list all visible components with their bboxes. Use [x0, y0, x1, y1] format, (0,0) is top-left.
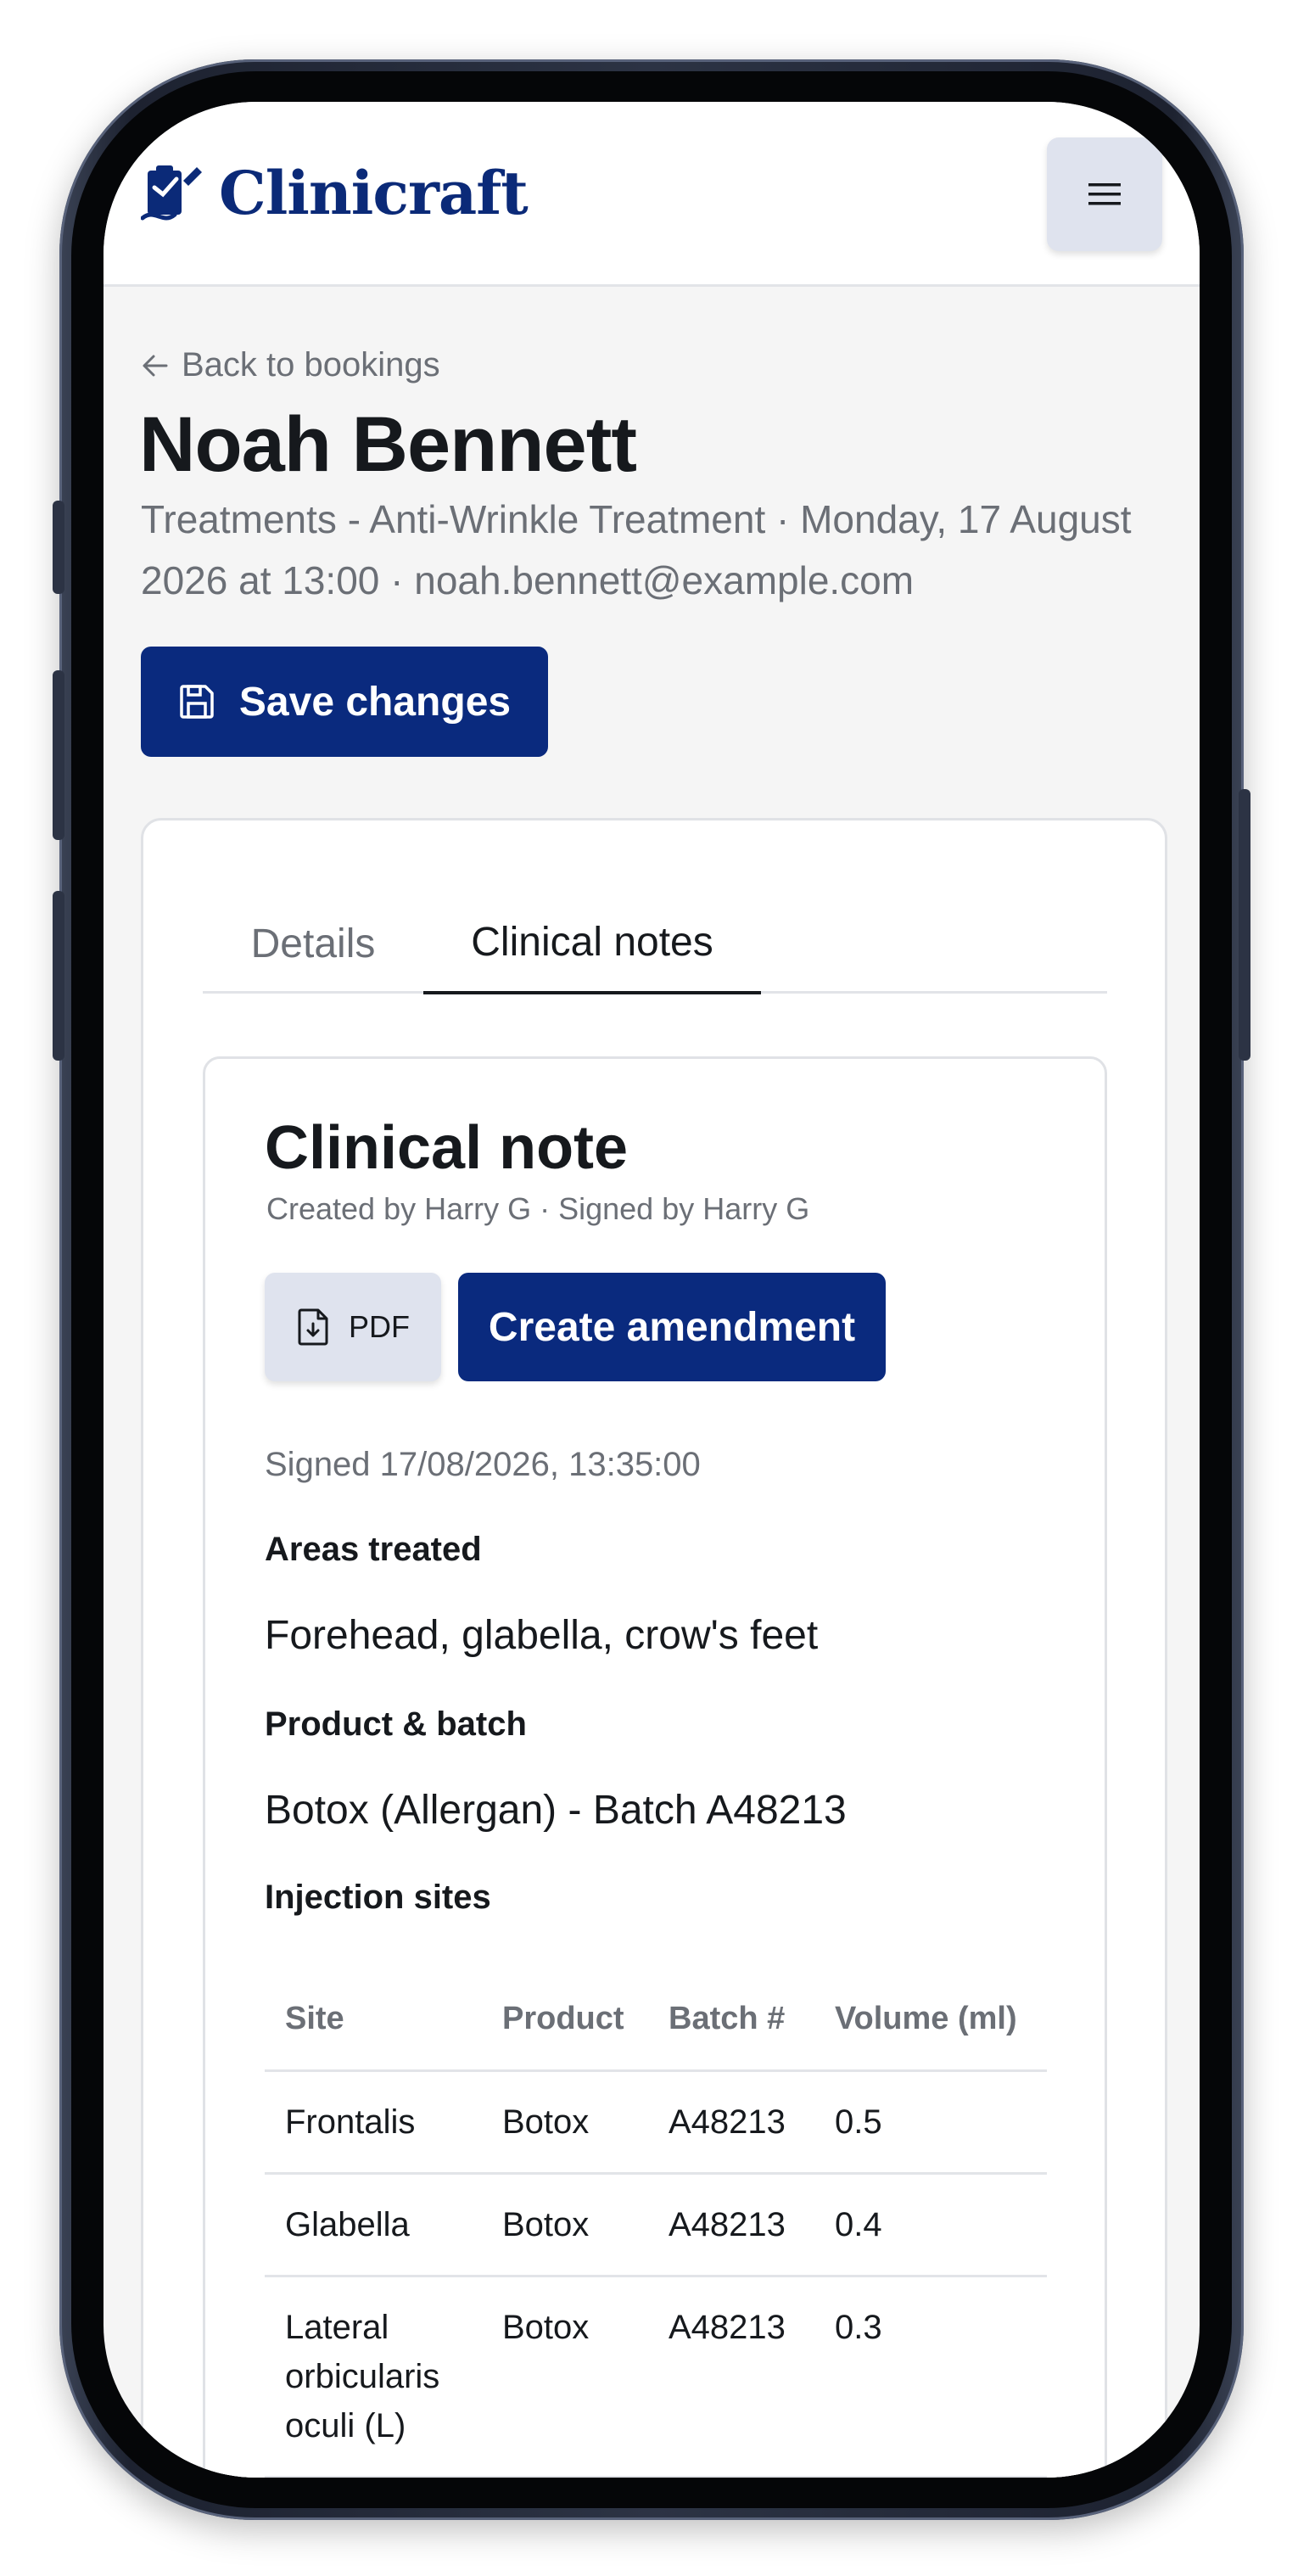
cell-batch: A48213: [648, 2276, 814, 2478]
table-row: Frontalis Botox A48213 0.5: [265, 2070, 1047, 2175]
back-to-bookings-link[interactable]: Back to bookings: [141, 346, 440, 384]
note-authorship: Created by Harry G · Signed by Harry G: [266, 1191, 810, 1226]
table-header-row: Site Product Batch # Volume (ml): [265, 1968, 1047, 2072]
injection-sites-label: Injection sites: [265, 1879, 491, 1916]
tab-clinical-notes[interactable]: Clinical notes: [423, 893, 761, 994]
brand-name: Clinicraft: [219, 158, 529, 228]
column-header-batch: Batch #: [648, 1968, 814, 2072]
cell-volume: 0.3: [814, 2276, 1047, 2478]
cell-site: Glabella: [265, 2173, 482, 2277]
file-download-icon: [298, 1308, 328, 1346]
brand-logo[interactable]: Clinicraft: [141, 158, 529, 228]
product-batch-value: Botox (Allergan) - Batch A48213: [265, 1788, 847, 1833]
pdf-button-label: PDF: [349, 1309, 410, 1344]
cell-volume: 0.5: [814, 2070, 1047, 2175]
menu-button[interactable]: [1047, 137, 1162, 251]
clipboard-pen-icon: [141, 165, 202, 220]
cell-batch: A48213: [648, 2173, 814, 2277]
cell-batch: A48213: [648, 2070, 814, 2175]
column-header-product: Product: [482, 1968, 648, 2072]
arrow-left-icon: [143, 355, 168, 376]
phone-silent-switch: [53, 501, 64, 594]
tab-bar: Details Clinical notes: [203, 893, 1107, 994]
floppy-disk-icon: [180, 685, 214, 719]
product-batch-label: Product & batch: [265, 1705, 527, 1743]
cell-site: Frontalis: [265, 2070, 482, 2175]
note-title: Clinical note: [265, 1114, 629, 1182]
column-header-volume: Volume (ml): [814, 1968, 1047, 2072]
phone-power-button: [1239, 789, 1250, 1061]
screen: Clinicraft Back to bookings Noah Bennett…: [104, 102, 1200, 2478]
app-header: Clinicraft: [104, 102, 1200, 287]
signed-timestamp: Signed 17/08/2026, 13:35:00: [265, 1446, 701, 1483]
page-title: Noah Bennett: [139, 401, 637, 488]
hamburger-icon: [1088, 183, 1121, 205]
table-row: Lateral orbicularis oculi (L) Botox A482…: [265, 2276, 1047, 2478]
injection-sites-table: Site Product Batch # Volume (ml) Frontal…: [265, 1968, 1047, 2478]
areas-treated-label: Areas treated: [265, 1531, 482, 1568]
cell-volume: 0.4: [814, 2173, 1047, 2277]
phone-volume-up: [53, 670, 64, 840]
tab-details[interactable]: Details: [203, 893, 423, 994]
column-header-site: Site: [265, 1968, 482, 2072]
cell-product: Botox: [482, 2070, 648, 2175]
clinical-note-panel: Clinical note Created by Harry G · Signe…: [203, 1056, 1107, 2478]
booking-card: Details Clinical notes Clinical note Cre…: [141, 818, 1167, 2478]
save-button[interactable]: Save changes: [141, 647, 548, 757]
table-row: Glabella Botox A48213 0.4: [265, 2173, 1047, 2277]
cell-product: Botox: [482, 2276, 648, 2478]
phone-volume-down: [53, 891, 64, 1061]
create-amendment-button[interactable]: Create amendment: [458, 1273, 886, 1381]
back-link-label: Back to bookings: [182, 346, 440, 384]
booking-details: Treatments - Anti-Wrinkle Treatment · Mo…: [141, 497, 1132, 602]
save-button-label: Save changes: [238, 679, 512, 725]
pdf-button[interactable]: PDF: [265, 1273, 441, 1381]
cell-product: Botox: [482, 2173, 648, 2277]
cell-site: Lateral orbicularis oculi (L): [265, 2276, 482, 2478]
areas-treated-value: Forehead, glabella, crow's feet: [265, 1613, 819, 1658]
